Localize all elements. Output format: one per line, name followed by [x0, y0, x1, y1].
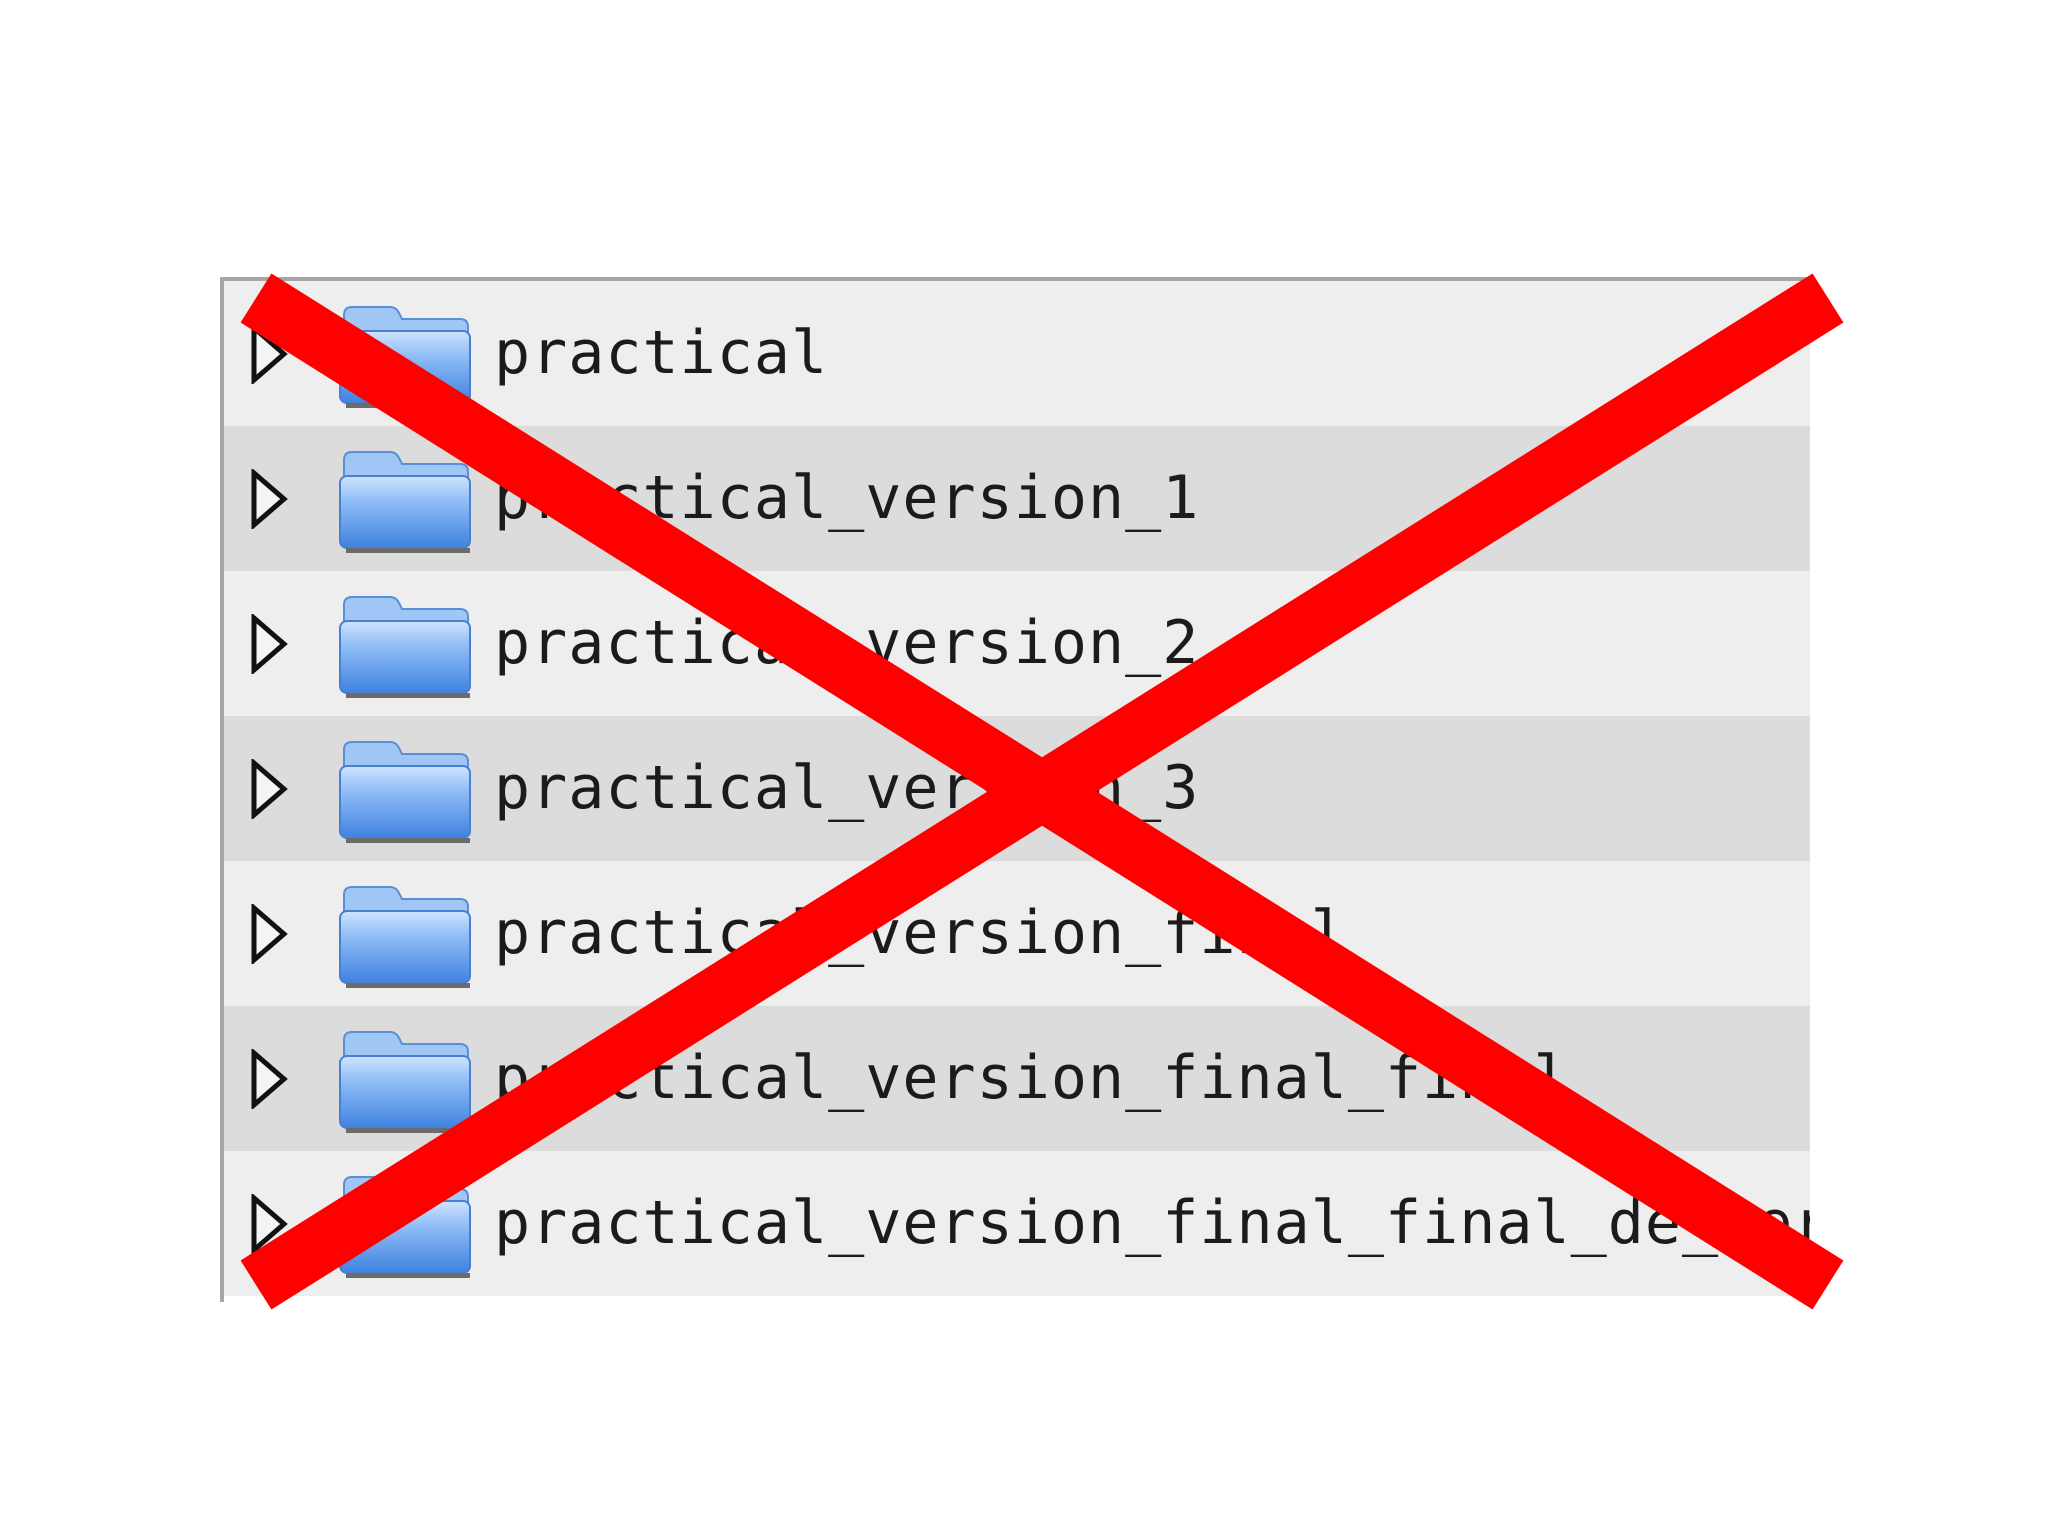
expand-triangle-icon[interactable] [250, 1049, 290, 1109]
expand-triangle-icon[interactable] [250, 759, 290, 819]
folder-row-practical-version-final[interactable]: practical_version_final [224, 861, 1810, 1006]
folder-name-label: practical_version_final_final [494, 1043, 1571, 1113]
folder-icon [339, 451, 471, 553]
folder-name-label: practical [494, 318, 829, 388]
folder-icon [339, 596, 471, 698]
folder-icon [339, 1176, 471, 1278]
folder-icon [339, 741, 471, 843]
folder-row-practical-version-final-final[interactable]: practical_version_final_final [224, 1006, 1810, 1151]
folder-name-label: practical_version_1 [494, 463, 1200, 533]
screenshot-stage: practical practical_version_1 practical_… [0, 0, 2048, 1535]
folder-row-practical-version-final-final-de-verdad[interactable]: practical_version_final_final_de_verdad [224, 1151, 1810, 1296]
expand-triangle-icon[interactable] [250, 614, 290, 674]
expand-triangle-icon[interactable] [250, 324, 290, 384]
folder-icon [339, 1031, 471, 1133]
folder-name-label: practical_version_final [494, 898, 1348, 968]
folder-row-practical[interactable]: practical [224, 281, 1810, 426]
expand-triangle-icon[interactable] [250, 469, 290, 529]
folder-row-practical-version-2[interactable]: practical_version_2 [224, 571, 1810, 716]
expand-triangle-icon[interactable] [250, 904, 290, 964]
folder-icon [339, 886, 471, 988]
folder-name-label: practical_version_final_final_de_verdad [494, 1188, 1810, 1258]
folder-row-practical-version-1[interactable]: practical_version_1 [224, 426, 1810, 571]
folder-tree-panel: practical practical_version_1 practical_… [220, 277, 1810, 1302]
folder-row-practical-version-3[interactable]: practical_version_3 [224, 716, 1810, 861]
folder-name-label: practical_version_3 [494, 753, 1200, 823]
folder-name-label: practical_version_2 [494, 608, 1200, 678]
folder-tree-list: practical practical_version_1 practical_… [224, 281, 1810, 1296]
expand-triangle-icon[interactable] [250, 1194, 290, 1254]
folder-icon [339, 306, 471, 408]
